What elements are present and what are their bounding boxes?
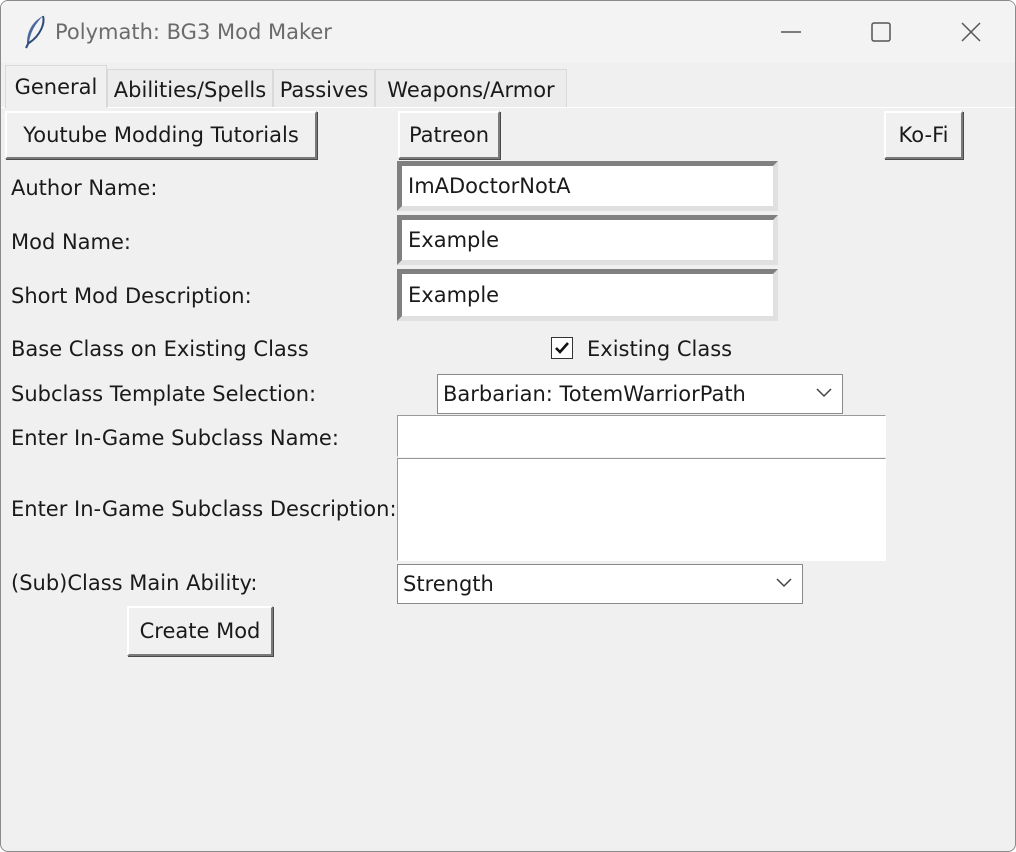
main-ability-select[interactable]: Strength — [397, 564, 803, 604]
close-button[interactable] — [925, 1, 1015, 63]
tab-general[interactable]: General — [5, 65, 107, 108]
mod-name-label: Mod Name: — [11, 230, 132, 254]
author-name-label: Author Name: — [11, 176, 158, 200]
subclass-name-input[interactable] — [397, 415, 886, 457]
base-class-label: Base Class on Existing Class — [11, 337, 309, 361]
chevron-down-icon — [816, 388, 832, 398]
mod-name-input[interactable]: Example — [397, 215, 778, 265]
minimize-icon — [781, 31, 801, 33]
maximize-button[interactable] — [835, 1, 927, 63]
short-description-label: Short Mod Description: — [11, 284, 252, 308]
tab-abilities-spells[interactable]: Abilities/Spells — [107, 69, 273, 107]
tab-weapons-armor[interactable]: Weapons/Armor — [375, 69, 567, 107]
subclass-name-label: Enter In-Game Subclass Name: — [11, 426, 339, 450]
main-ability-label: (Sub)Class Main Ability: — [11, 571, 258, 595]
title-bar[interactable]: Polymath: BG3 Mod Maker — [1, 1, 1015, 63]
kofi-button[interactable]: Ko-Fi — [884, 111, 963, 159]
youtube-tutorials-button[interactable]: Youtube Modding Tutorials — [5, 111, 317, 159]
maximize-icon — [871, 22, 891, 42]
app-window: Polymath: BG3 Mod Maker General Abilitie… — [0, 0, 1016, 852]
feather-icon — [25, 15, 45, 49]
minimize-button[interactable] — [745, 1, 837, 63]
window-title: Polymath: BG3 Mod Maker — [55, 20, 332, 44]
subclass-template-select[interactable]: Barbarian: TotemWarriorPath — [437, 374, 843, 414]
subclass-template-label: Subclass Template Selection: — [11, 382, 317, 406]
short-description-input[interactable]: Example — [397, 269, 778, 321]
subclass-template-value: Barbarian: TotemWarriorPath — [443, 382, 746, 406]
main-ability-value: Strength — [403, 572, 494, 596]
subclass-description-textarea[interactable] — [397, 458, 886, 561]
patreon-button[interactable]: Patreon — [398, 111, 500, 159]
subclass-description-label: Enter In-Game Subclass Description: — [11, 497, 397, 521]
existing-class-checkbox[interactable] — [551, 337, 573, 359]
checkmark-icon — [555, 342, 569, 354]
create-mod-button[interactable]: Create Mod — [127, 606, 273, 656]
tab-passives[interactable]: Passives — [273, 69, 375, 107]
existing-class-label[interactable]: Existing Class — [587, 337, 732, 361]
author-name-input[interactable]: ImADoctorNotA — [397, 161, 778, 211]
close-icon — [961, 22, 981, 42]
chevron-down-icon — [776, 578, 792, 588]
